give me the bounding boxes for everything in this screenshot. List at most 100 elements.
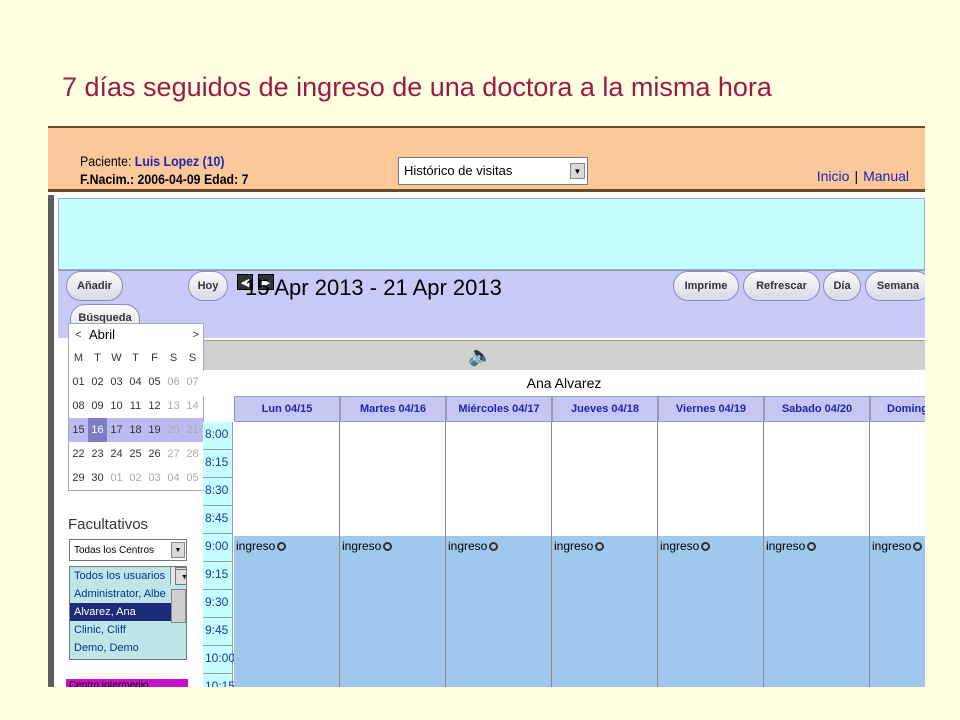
- calendar-day[interactable]: 19: [145, 418, 164, 442]
- scroll-thumb[interactable]: [171, 589, 186, 623]
- appointment-block[interactable]: ingreso: [658, 536, 763, 687]
- week-view-button[interactable]: Semana: [865, 271, 925, 301]
- day-column[interactable]: ingreso: [340, 422, 446, 687]
- patient-label: Paciente:: [80, 153, 132, 169]
- calendar-day[interactable]: 04: [126, 370, 145, 394]
- user-option[interactable]: Administrator, Albe: [70, 585, 186, 603]
- calendar-day[interactable]: 07: [183, 370, 202, 394]
- calendar-day[interactable]: 14: [183, 394, 202, 418]
- calendar-day[interactable]: 26: [145, 442, 164, 466]
- appointment-label: ingreso: [342, 539, 382, 553]
- time-slot-label: 8:45: [203, 506, 232, 534]
- patient-info: Paciente: Luis Lopez (10) F.Nacim.: 2006…: [80, 152, 248, 188]
- calendar-week: 29 30 01 02 03 04 05: [69, 466, 203, 490]
- appointment-block[interactable]: ingreso: [870, 536, 925, 687]
- weekday-label: S: [169, 352, 178, 364]
- calendar-day[interactable]: 20: [164, 418, 183, 442]
- calendar-day[interactable]: 18: [126, 418, 145, 442]
- time-slot-label: 9:00: [203, 534, 232, 562]
- calendar-day[interactable]: 25: [126, 442, 145, 466]
- calendar-day[interactable]: 29: [69, 466, 88, 490]
- print-button[interactable]: Imprime: [673, 271, 739, 301]
- time-slot-label: 10:15: [203, 674, 235, 687]
- today-button[interactable]: Hoy: [188, 271, 228, 301]
- calendar-day[interactable]: 06: [164, 370, 183, 394]
- inicio-link[interactable]: Inicio: [817, 168, 850, 184]
- chevron-down-icon[interactable]: ▼: [171, 542, 185, 558]
- appointment-block[interactable]: ingreso: [552, 536, 657, 687]
- calendar-day[interactable]: 30: [88, 466, 107, 490]
- calendar-day[interactable]: 15: [69, 418, 88, 442]
- calendar-day[interactable]: 03: [107, 370, 126, 394]
- calendar-day[interactable]: 01: [107, 466, 126, 490]
- calendar-day[interactable]: 27: [164, 442, 183, 466]
- calendar-day[interactable]: 05: [183, 466, 202, 490]
- day-header[interactable]: Miércoles 04/17: [446, 396, 552, 422]
- refresh-button[interactable]: Refrescar: [743, 271, 820, 301]
- day-header[interactable]: Jueves 04/18: [552, 396, 658, 422]
- appointment-block[interactable]: ingreso: [764, 536, 869, 687]
- calendar-day[interactable]: 12: [145, 394, 164, 418]
- speaker-icon[interactable]: 🔈: [468, 343, 493, 368]
- centros-select[interactable]: Todas los Centros ▼: [69, 539, 187, 561]
- top-links: Inicio | Manual: [817, 168, 909, 184]
- day-column[interactable]: ingreso: [870, 422, 925, 687]
- day-column[interactable]: ingreso: [446, 422, 552, 687]
- appointment-block[interactable]: ingreso: [446, 536, 551, 687]
- day-header[interactable]: Martes 04/16: [340, 396, 446, 422]
- add-button[interactable]: Añadir: [66, 271, 123, 301]
- user-option-selected[interactable]: Alvarez, Ana: [70, 603, 186, 621]
- appointment-block[interactable]: ingreso: [340, 536, 445, 687]
- chevron-down-icon[interactable]: ▼: [570, 163, 585, 179]
- calendar-day[interactable]: 01: [69, 370, 88, 394]
- calendar-day[interactable]: 02: [88, 370, 107, 394]
- patient-name[interactable]: Luis Lopez (10): [135, 153, 225, 169]
- calendar-day[interactable]: 08: [69, 394, 88, 418]
- calendar-day[interactable]: 21: [183, 418, 202, 442]
- calendar-day[interactable]: 11: [126, 394, 145, 418]
- calendar-day[interactable]: 02: [126, 466, 145, 490]
- day-column[interactable]: ingreso: [234, 422, 340, 687]
- time-slot-label: 10:00: [203, 646, 235, 674]
- user-option[interactable]: Clinic, Cliff: [70, 621, 186, 639]
- day-column[interactable]: ingreso: [552, 422, 658, 687]
- user-option[interactable]: Todos los usuarios: [70, 567, 186, 585]
- recurring-icon: [277, 542, 287, 551]
- appointment-label: ingreso: [660, 539, 700, 553]
- day-header[interactable]: Viernes 04/19: [658, 396, 764, 422]
- user-option[interactable]: Demo, Demo: [70, 639, 186, 657]
- day-column[interactable]: ingreso: [764, 422, 870, 687]
- calendar-day[interactable]: 23: [88, 442, 107, 466]
- calendar-day[interactable]: 13: [164, 394, 183, 418]
- user-listbox[interactable]: Todos los usuarios Administrator, Albe A…: [69, 566, 187, 660]
- calendar-day[interactable]: 04: [164, 466, 183, 490]
- day-header[interactable]: Sabado 04/20: [764, 396, 870, 422]
- day-column[interactable]: ingreso: [658, 422, 764, 687]
- calendar-week: 01 02 03 04 05 06 07: [69, 370, 203, 394]
- manual-link[interactable]: Manual: [863, 168, 909, 184]
- weekday-label: T: [94, 352, 101, 364]
- recurring-icon: [913, 542, 923, 551]
- calendar-day[interactable]: 03: [145, 466, 164, 490]
- calendar-day[interactable]: 17: [107, 418, 126, 442]
- info-panel: [58, 198, 925, 270]
- calendar-day[interactable]: 10: [107, 394, 126, 418]
- day-view-button[interactable]: Día: [823, 271, 861, 301]
- calendar-day[interactable]: 09: [88, 394, 107, 418]
- calendar-day[interactable]: 05: [145, 370, 164, 394]
- calendar-day[interactable]: 24: [107, 442, 126, 466]
- calendar-day-today[interactable]: 16: [88, 418, 107, 442]
- appointment-block[interactable]: ingreso: [234, 536, 339, 687]
- recurring-icon: [807, 542, 817, 551]
- history-select[interactable]: Histórico de visitas ▼: [398, 157, 588, 185]
- day-header[interactable]: Domingo 04/21: [870, 396, 925, 422]
- recurring-icon: [383, 542, 393, 551]
- calendar-day[interactable]: 22: [69, 442, 88, 466]
- next-month-button[interactable]: >: [193, 324, 199, 346]
- appointment-label: ingreso: [554, 539, 594, 553]
- user-list-scrollbar[interactable]: ▲ ▼: [170, 567, 186, 623]
- calendar-day[interactable]: 28: [183, 442, 202, 466]
- day-header[interactable]: Lun 04/15: [234, 396, 340, 422]
- scroll-down-icon[interactable]: ▼: [175, 569, 186, 585]
- prev-month-button[interactable]: <: [75, 324, 81, 346]
